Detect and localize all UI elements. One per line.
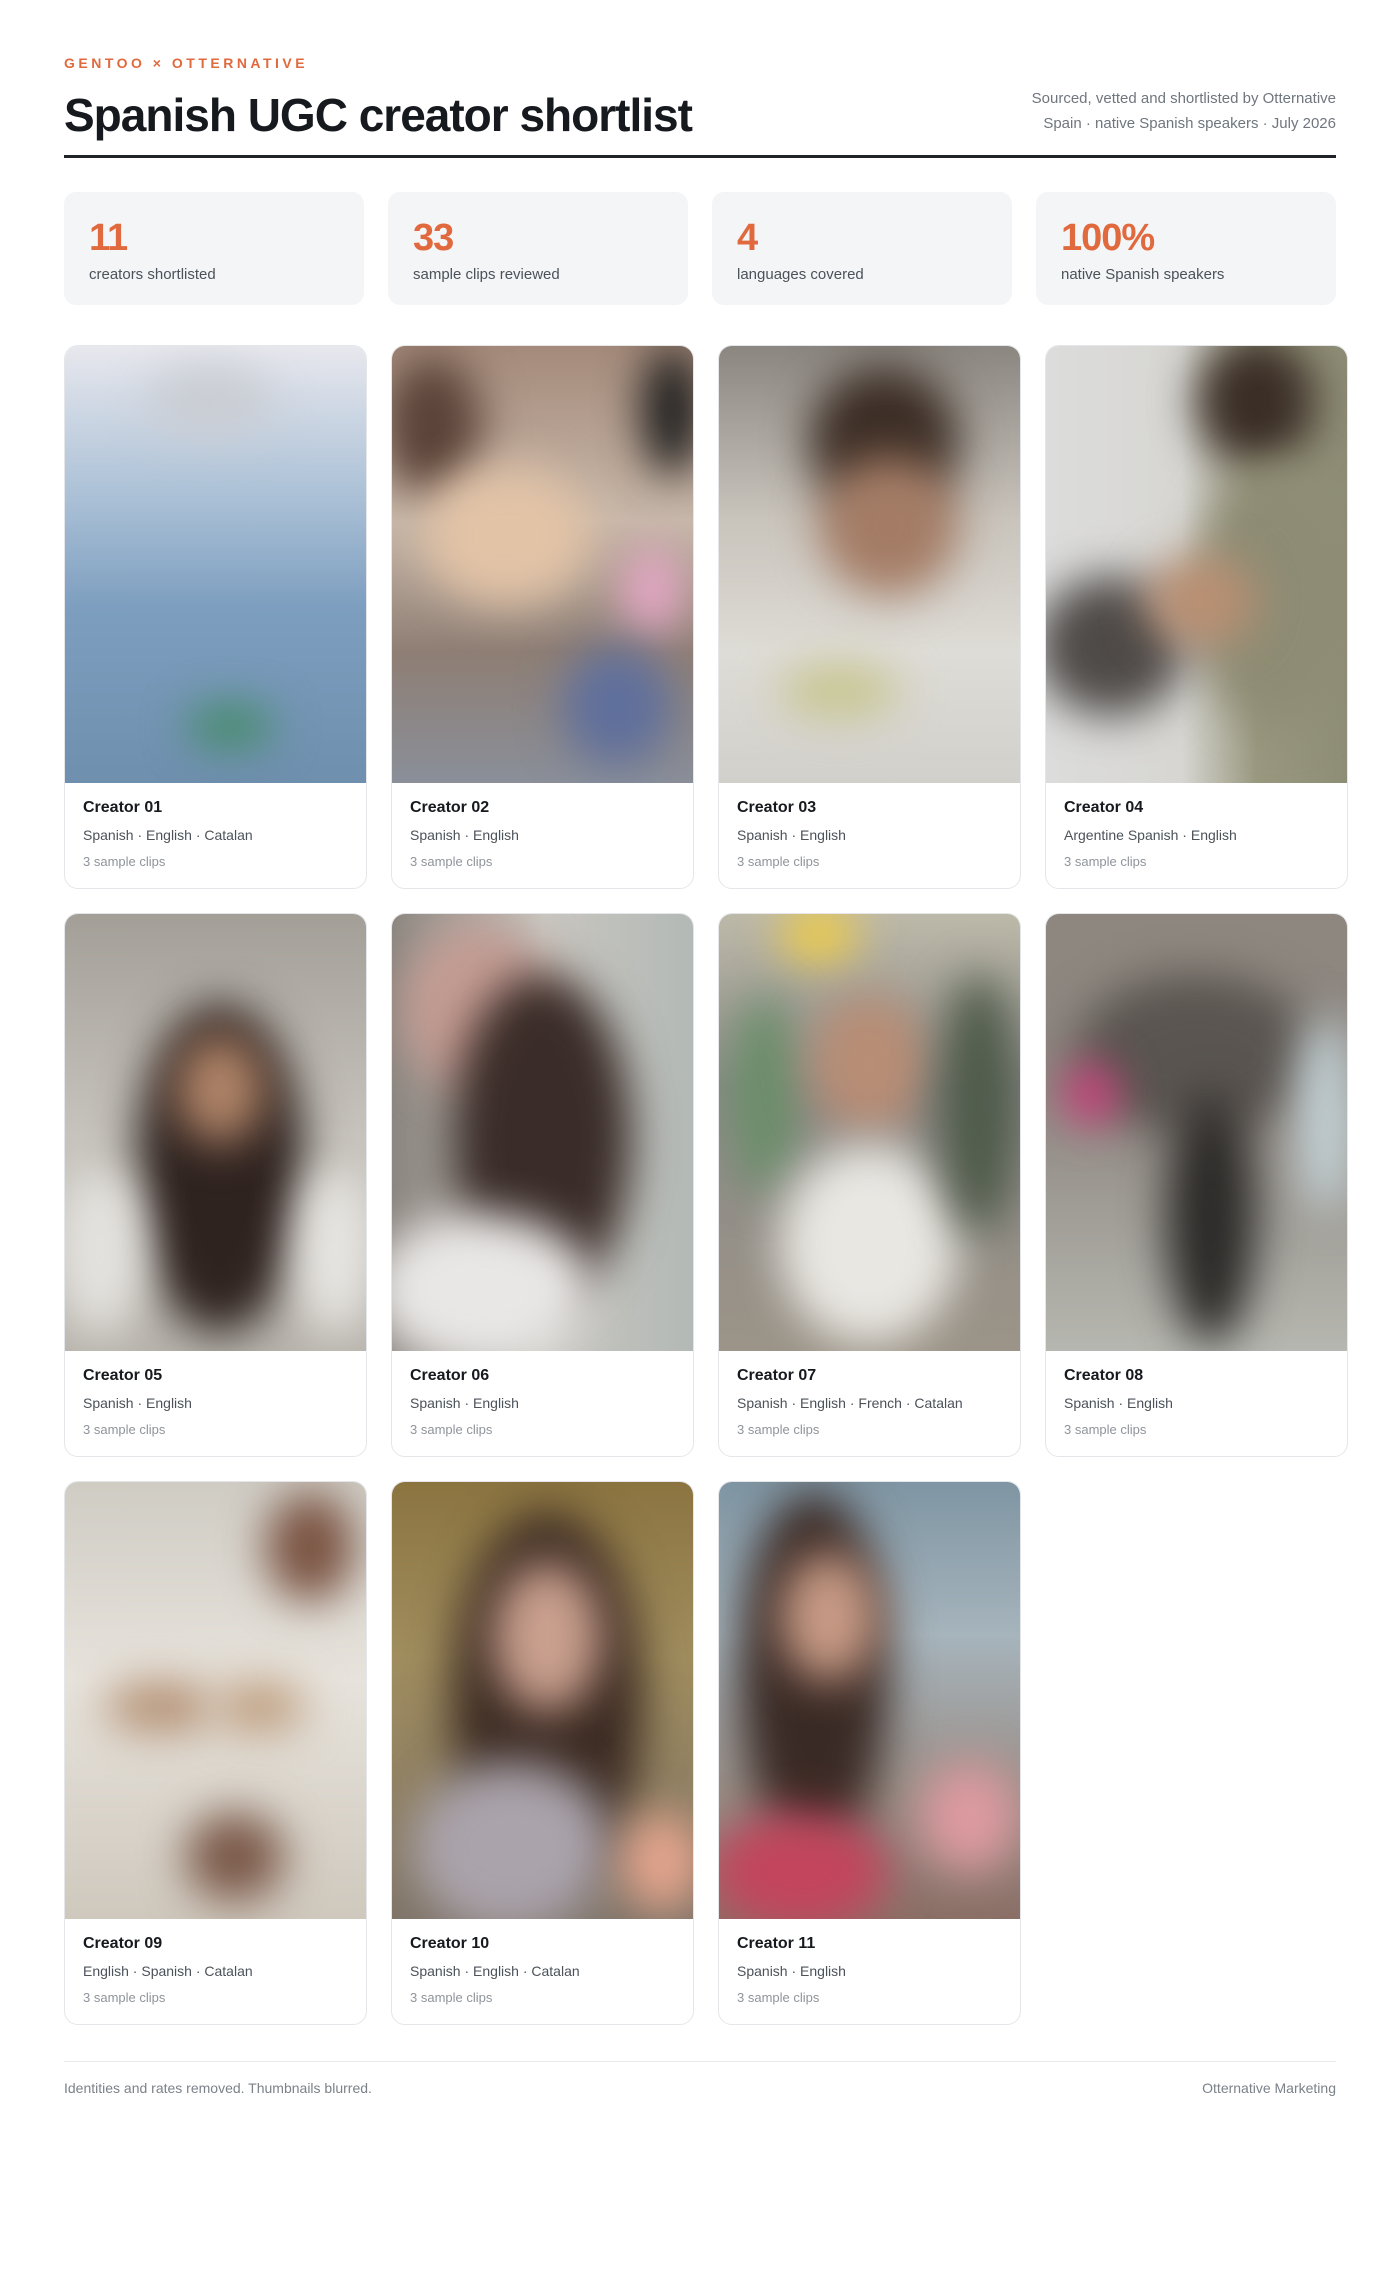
stat-card-languages: 4 languages covered [712, 192, 1012, 305]
creator-languages: Spanish · English [410, 1395, 519, 1411]
stat-value: 11 [89, 217, 128, 259]
stats-row: 11 creators shortlisted 33 sample clips … [64, 192, 1336, 305]
stat-card-native: 100% native Spanish speakers [1036, 192, 1336, 305]
stat-value: 33 [413, 217, 454, 259]
header-meta: Sourced, vetted and shortlisted by Otter… [1032, 86, 1336, 136]
stat-card-creators: 11 creators shortlisted [64, 192, 364, 305]
stat-value: 100% [1061, 217, 1155, 259]
blurred-thumbnail [392, 346, 693, 783]
blurred-thumbnail [719, 914, 1020, 1351]
creator-name: Creator 11 [737, 1935, 816, 1952]
page-header: GENTOO × OTTERNATIVE Spanish UGC creator… [64, 0, 1336, 158]
creator-clips: 3 sample clips [737, 1990, 820, 2005]
blurred-thumbnail [65, 914, 366, 1351]
creator-name: Creator 01 [83, 799, 163, 816]
creator-languages: Spanish · English · French · Catalan [737, 1395, 963, 1411]
creator-languages: Spanish · English [1064, 1395, 1173, 1411]
creator-clips: 3 sample clips [737, 1422, 820, 1437]
meta-line-scope: Spain · native Spanish speakers · July 2… [1043, 115, 1336, 132]
creator-languages: Spanish · English · Catalan [410, 1963, 580, 1979]
creator-card[interactable]: Creator 07 Spanish · English · French · … [718, 913, 1021, 1457]
footer-brand: Otternative Marketing [1202, 2080, 1336, 2096]
creator-card[interactable]: Creator 03 Spanish · English 3 sample cl… [718, 345, 1021, 889]
creator-card[interactable]: Creator 01 Spanish · English · Catalan 3… [64, 345, 367, 889]
creator-languages: Spanish · English [410, 827, 519, 843]
stat-card-clips: 33 sample clips reviewed [388, 192, 688, 305]
blurred-thumbnail [719, 346, 1020, 783]
creator-card[interactable]: Creator 06 Spanish · English 3 sample cl… [391, 913, 694, 1457]
creator-languages: English · Spanish · Catalan [83, 1963, 253, 1979]
blurred-thumbnail [1046, 346, 1347, 783]
blurred-thumbnail [392, 914, 693, 1351]
creator-clips: 3 sample clips [83, 854, 166, 869]
creator-clips: 3 sample clips [83, 1422, 166, 1437]
blurred-thumbnail [65, 346, 366, 783]
blurred-thumbnail [719, 1482, 1020, 1919]
creator-name: Creator 08 [1064, 1367, 1144, 1384]
creator-clips: 3 sample clips [410, 1990, 493, 2005]
creator-name: Creator 05 [83, 1367, 163, 1384]
creator-card[interactable]: Creator 02 Spanish · English 3 sample cl… [391, 345, 694, 889]
creator-clips: 3 sample clips [410, 854, 493, 869]
creator-name: Creator 10 [410, 1935, 490, 1952]
creator-clips: 3 sample clips [410, 1422, 493, 1437]
creator-grid: Creator 01 Spanish · English · Catalan 3… [64, 345, 1348, 2025]
creator-clips: 3 sample clips [83, 1990, 166, 2005]
creator-clips: 3 sample clips [737, 854, 820, 869]
creator-name: Creator 09 [83, 1935, 163, 1952]
creator-name: Creator 03 [737, 799, 817, 816]
creator-languages: Spanish · English [83, 1395, 192, 1411]
creator-name: Creator 04 [1064, 799, 1144, 816]
creator-languages: Spanish · English [737, 827, 846, 843]
creator-card[interactable]: Creator 09 English · Spanish · Catalan 3… [64, 1481, 367, 2025]
eyebrow: GENTOO × OTTERNATIVE [64, 55, 309, 71]
creator-languages: Argentine Spanish · English [1064, 827, 1237, 843]
blurred-thumbnail [65, 1482, 366, 1919]
page-footer: Identities and rates removed. Thumbnails… [64, 2061, 1336, 2096]
footer-note: Identities and rates removed. Thumbnails… [64, 2080, 372, 2096]
stat-label: creators shortlisted [89, 266, 216, 283]
stat-label: sample clips reviewed [413, 266, 560, 283]
blurred-thumbnail [392, 1482, 693, 1919]
creator-languages: Spanish · English [737, 1963, 846, 1979]
creator-name: Creator 06 [410, 1367, 490, 1384]
creator-languages: Spanish · English · Catalan [83, 827, 253, 843]
creator-clips: 3 sample clips [1064, 854, 1147, 869]
stat-label: native Spanish speakers [1061, 266, 1225, 283]
creator-name: Creator 07 [737, 1367, 817, 1384]
meta-line-source: Sourced, vetted and shortlisted by Otter… [1031, 90, 1336, 107]
creator-card[interactable]: Creator 10 Spanish · English · Catalan 3… [391, 1481, 694, 2025]
creator-card[interactable]: Creator 11 Spanish · English 3 sample cl… [718, 1481, 1021, 2025]
blurred-thumbnail [1046, 914, 1347, 1351]
creator-card[interactable]: Creator 08 Spanish · English 3 sample cl… [1045, 913, 1348, 1457]
creator-name: Creator 02 [410, 799, 490, 816]
shortlist-page: GENTOO × OTTERNATIVE Spanish UGC creator… [0, 0, 1400, 2269]
creator-card[interactable]: Creator 05 Spanish · English 3 sample cl… [64, 913, 367, 1457]
stat-label: languages covered [737, 266, 864, 283]
creator-card[interactable]: Creator 04 Argentine Spanish · English 3… [1045, 345, 1348, 889]
creator-clips: 3 sample clips [1064, 1422, 1147, 1437]
stat-value: 4 [737, 217, 758, 259]
